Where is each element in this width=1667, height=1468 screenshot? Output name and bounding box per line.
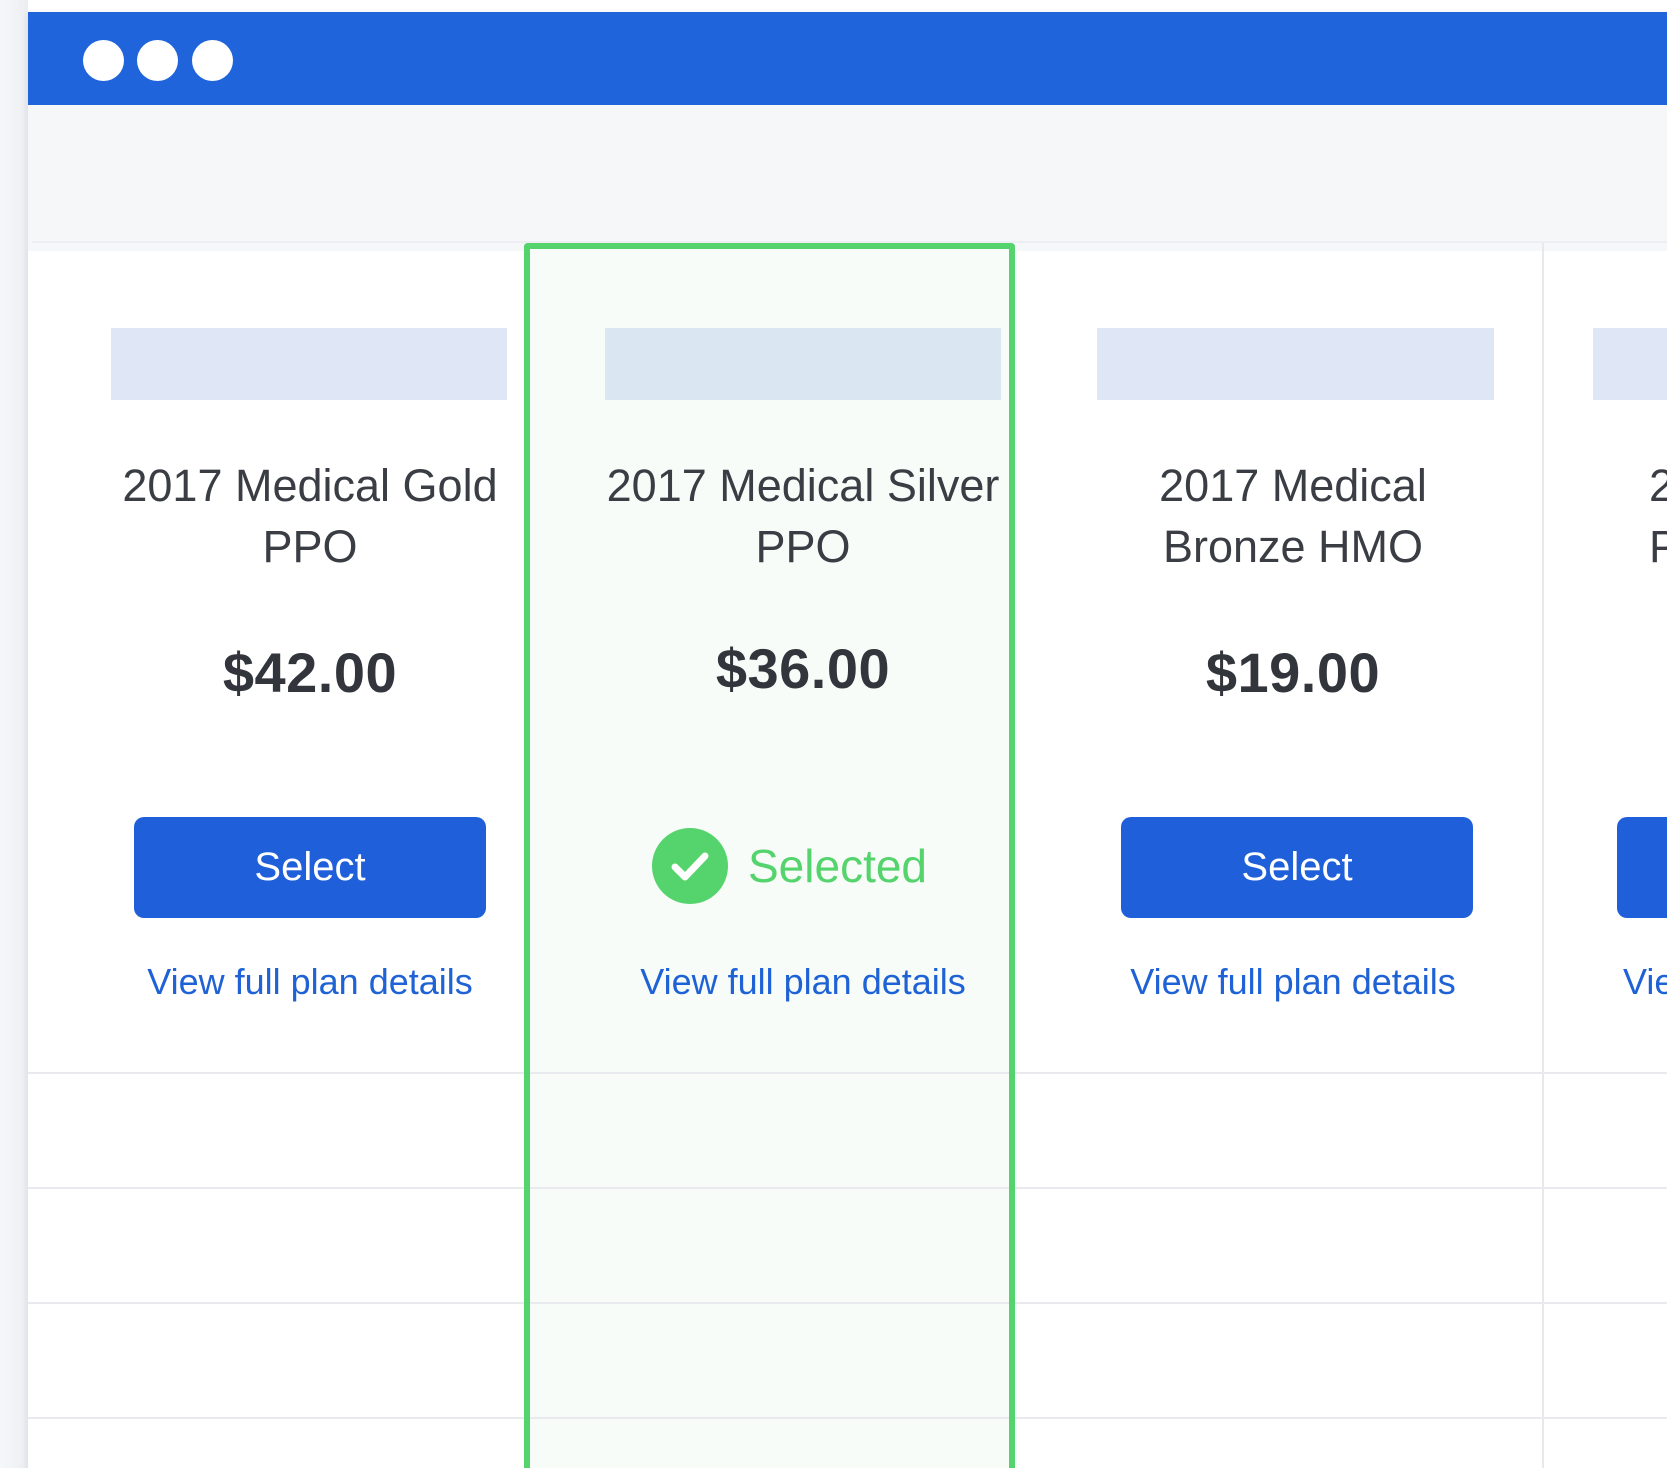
plan-name-line: 2017 Medical Silver bbox=[606, 460, 1000, 511]
plan-name: 2017 Medical Silver PPO bbox=[573, 455, 1033, 577]
header-band bbox=[28, 105, 1667, 251]
row-divider bbox=[28, 1072, 1667, 1074]
plan-image-placeholder bbox=[605, 328, 1001, 400]
plan-price: $19.00 bbox=[1205, 641, 1381, 704]
row-divider bbox=[28, 1417, 1667, 1419]
window-control-minimize[interactable] bbox=[137, 40, 178, 81]
window-control-close[interactable] bbox=[83, 40, 124, 81]
window-titlebar bbox=[28, 12, 1667, 105]
stage: 2017 Medical Gold PPO $42.00 Select View… bbox=[0, 0, 1667, 1468]
plan-image-placeholder bbox=[111, 328, 507, 400]
plan-name: 2017 Medical Gold PPO bbox=[80, 455, 540, 577]
plan-name: 2017 Medical Bronze HMO bbox=[1063, 455, 1523, 577]
selected-status-label: Selected bbox=[748, 840, 928, 892]
plan-image-placeholder bbox=[1097, 328, 1494, 400]
plan-name-line: PPO bbox=[262, 521, 358, 572]
plan-name-line: 2 bbox=[1649, 460, 1667, 511]
plan-name: 2 P bbox=[1649, 455, 1667, 577]
view-plan-details-link[interactable]: Vie bbox=[1623, 961, 1667, 1003]
plan-name-line: 2017 Medical bbox=[1159, 460, 1427, 511]
select-plan-button[interactable]: Select bbox=[1121, 817, 1473, 918]
row-divider bbox=[28, 1302, 1667, 1304]
row-divider bbox=[28, 1187, 1667, 1189]
view-plan-details-link[interactable]: View full plan details bbox=[80, 961, 540, 1003]
plan-image-placeholder bbox=[1593, 328, 1667, 400]
plan-name-line: Bronze HMO bbox=[1162, 521, 1424, 572]
view-plan-details-link[interactable]: View full plan details bbox=[1063, 961, 1523, 1003]
plan-price: $36.00 bbox=[715, 637, 891, 700]
left-shadow bbox=[0, 0, 28, 1468]
plan-name-line: P bbox=[1649, 521, 1667, 572]
plan-name-line: 2017 Medical Gold bbox=[122, 460, 498, 511]
plan-name-line: PPO bbox=[755, 521, 851, 572]
plan-price: $42.00 bbox=[222, 641, 398, 704]
select-plan-button[interactable] bbox=[1617, 817, 1667, 918]
check-icon bbox=[652, 828, 728, 904]
window-control-maximize[interactable] bbox=[192, 40, 233, 81]
select-plan-button[interactable]: Select bbox=[134, 817, 486, 918]
check-icon-glyph bbox=[671, 852, 709, 881]
view-plan-details-link[interactable]: View full plan details bbox=[573, 961, 1033, 1003]
